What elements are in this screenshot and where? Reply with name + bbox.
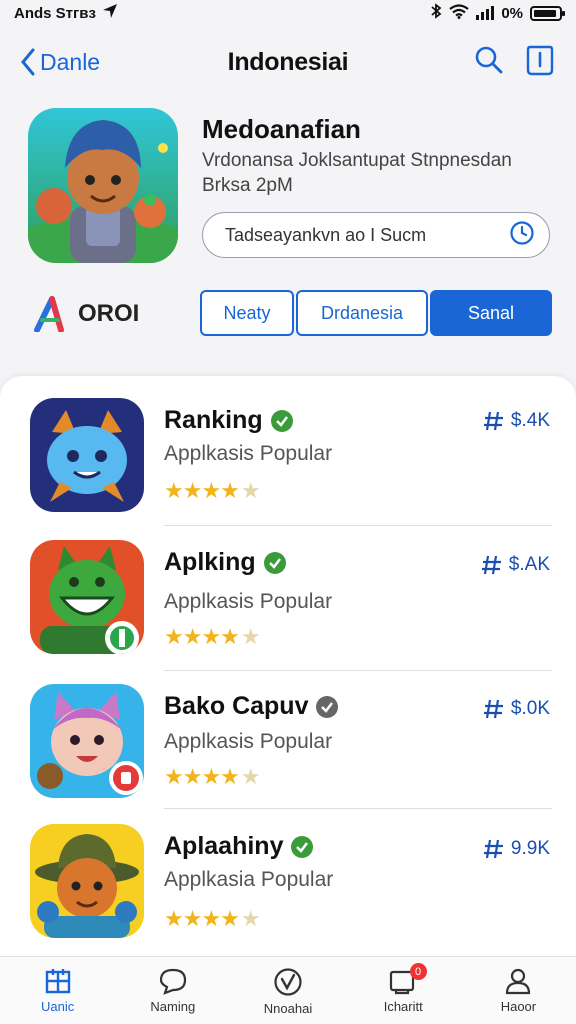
app-title-text: Aplking <box>164 548 256 576</box>
search-icon[interactable] <box>474 45 504 80</box>
tab-home[interactable]: Uanic <box>0 957 115 1024</box>
tab-label: Icharitt <box>383 999 423 1014</box>
app-category: Applkasis Popular <box>164 442 333 465</box>
app-metric: $.4K <box>483 410 550 432</box>
list-item[interactable]: Aplaahiny Applkasia Popular ★★★★ ★ 9.9K <box>0 820 576 960</box>
app-title: Aplaahiny <box>164 832 314 861</box>
chart-hash-icon <box>483 839 503 859</box>
profile-icon <box>506 968 531 995</box>
app-title-text: Bako Capuv <box>164 692 309 720</box>
segment-sanal[interactable]: Sanal <box>430 290 552 336</box>
app-title: Bako Capuv <box>164 692 339 721</box>
app-title: Ranking <box>164 406 293 435</box>
tab-label: Nnoahai <box>263 1001 313 1016</box>
metric-value: $.0K <box>510 698 550 719</box>
app-category: Applkasia Popular <box>164 868 334 891</box>
list-item[interactable]: Bako Capuv Applkasis Popular ★★★★ ★ $.0K <box>0 680 576 820</box>
app-hero-icon[interactable] <box>28 108 178 263</box>
divider <box>164 525 552 526</box>
app-icon-ranking <box>30 398 144 512</box>
list-item[interactable]: Aplking Applkasis Popular ★★★★ ★ $.AK <box>0 536 576 676</box>
app-metric: 9.9K <box>483 838 550 860</box>
app-subtitle-line1: Vrdonansa Joklsantupat Stnpnesdan <box>202 150 512 171</box>
divider <box>164 808 552 809</box>
star-rating: ★★★★ ★ <box>164 478 261 503</box>
verified-check-icon <box>270 409 293 432</box>
verified-check-icon <box>316 695 339 718</box>
bluetooth-icon <box>430 3 442 23</box>
brand-logo: OROI <box>34 296 139 332</box>
tab-nnoahai[interactable]: Nnoahai <box>230 957 345 1024</box>
location-arrow-icon <box>102 3 118 23</box>
verified-check-icon <box>291 835 314 858</box>
tab-naming[interactable]: Naming <box>115 957 230 1024</box>
app-name: Medoanafian <box>202 114 361 144</box>
nav-bar: Danle Indonesiai <box>0 34 576 90</box>
segmented-control: Neaty Drdanesia Sanal <box>200 290 552 336</box>
tab-label: Uanic <box>40 999 75 1014</box>
chevron-left-icon <box>21 48 35 76</box>
metric-value: $.AK <box>508 554 550 575</box>
app-title-text: Aplaahiny <box>164 832 284 860</box>
app-subtitle: Vrdonansa Joklsantupat Stnpnesdan Brksa … <box>202 148 552 198</box>
clock-icon[interactable] <box>509 220 535 251</box>
back-button[interactable]: Danle <box>20 48 100 76</box>
carrier-label: Ands Sтгвз <box>14 4 96 22</box>
app-category: Applkasis Popular <box>164 730 333 753</box>
star-rating: ★★★★ ★ <box>164 906 261 931</box>
app-title-text: Ranking <box>164 406 263 434</box>
back-label: Danle <box>40 48 101 75</box>
segment-drdanesia[interactable]: Drdanesia <box>296 290 428 336</box>
app-header: Medoanafian Vrdonansa Joklsantupat Stnpn… <box>28 108 558 268</box>
app-icon-aplaahiny <box>30 824 144 938</box>
tab-label: Naming <box>150 999 196 1014</box>
brand-name: OROI <box>78 300 140 327</box>
grid-icon <box>45 969 70 994</box>
battery-icon <box>530 5 565 21</box>
app-category: Applkasis Popular <box>164 590 333 613</box>
app-metric: $.0K <box>483 698 550 720</box>
check-circle-icon <box>274 968 302 996</box>
filter-row: OROI Neaty Drdanesia Sanal <box>34 290 554 336</box>
star-rating: ★★★★ ★ <box>164 764 261 789</box>
app-icon-aplking <box>30 540 144 654</box>
tab-haoor[interactable]: Haoor <box>461 957 576 1024</box>
list-item[interactable]: Ranking Applkasis Popular ★★★★ ★ $.4K <box>0 394 576 534</box>
status-bar: Ands Sтгвз 0% <box>0 0 576 26</box>
app-title: Aplking <box>164 548 286 577</box>
notification-badge: 0 <box>409 963 427 980</box>
signal-icon <box>476 6 495 20</box>
info-shield-icon[interactable] <box>526 44 554 81</box>
brand-mark-icon <box>34 296 64 332</box>
app-subtitle-line2: Brksa 2pM <box>202 175 293 196</box>
metric-value: 9.9K <box>510 838 550 859</box>
chart-hash-icon <box>481 555 501 575</box>
chart-hash-icon <box>483 699 503 719</box>
segment-neaty[interactable]: Neaty <box>200 290 294 336</box>
chat-icon <box>159 968 186 995</box>
app-metric: $.AK <box>481 554 550 576</box>
verified-check-icon <box>263 551 286 574</box>
wifi-icon <box>449 3 469 23</box>
tab-label: Haoor <box>500 999 537 1014</box>
tab-icharitt[interactable]: 0 Icharitt <box>346 957 461 1024</box>
app-list: Ranking Applkasis Popular ★★★★ ★ $.4K Apl… <box>0 376 576 956</box>
metric-value: $.4K <box>510 410 550 431</box>
divider <box>164 670 552 671</box>
search-field-text: Tadseayankvn ao I Sucm <box>225 224 427 245</box>
battery-percent: 0% <box>501 4 523 22</box>
battery-level <box>534 9 556 17</box>
chart-hash-icon <box>483 411 503 431</box>
star-rating: ★★★★ ★ <box>164 624 261 649</box>
app-icon-bako-capuv <box>30 684 144 798</box>
tab-bar: Uanic Naming Nnoahai 0 Icharitt Haoor <box>0 956 576 1024</box>
search-field[interactable]: Tadseayankvn ao I Sucm <box>202 212 550 258</box>
